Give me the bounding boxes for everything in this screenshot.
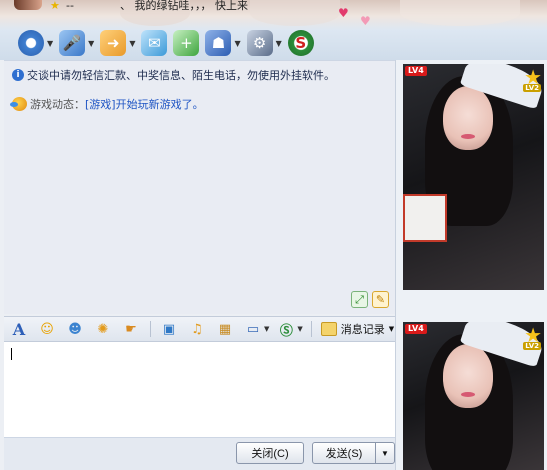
chevron-down-icon[interactable]: ▼	[47, 39, 53, 48]
voice-call-icon: 🎤	[59, 30, 86, 56]
edit-icon[interactable]: ✎	[372, 291, 389, 308]
settings-button[interactable]: ⚙ ▼	[246, 29, 282, 57]
level-badge: LV4	[405, 324, 427, 334]
game-activity-text: 开始玩新游戏了。	[115, 98, 204, 111]
message-input[interactable]	[4, 342, 395, 438]
chevron-down-icon[interactable]: ▼	[276, 39, 282, 48]
heart-icon: ♥	[338, 6, 349, 20]
photo-face	[443, 86, 493, 150]
email-icon: ✉	[141, 30, 168, 56]
police-button[interactable]: ☗ ▼	[205, 29, 241, 57]
message-log-label: 消息记录	[340, 323, 385, 336]
info-icon: i	[12, 69, 24, 81]
level-tag: LV2	[523, 84, 541, 92]
format-toolbar: A ☺ ☻ ✺ ☛ ▣ ♫ ▦ ▭ ▼ Ⓢ ▼ 消息记录 ▼	[4, 316, 395, 342]
message-log-button[interactable]: 消息记录 ▼	[320, 320, 394, 338]
send-button[interactable]: 发送(S)	[312, 442, 376, 464]
my-show-photo[interactable]: LV4 ★ LV2	[403, 322, 544, 470]
contact-name: --	[66, 0, 74, 12]
screen-capture-icon[interactable]: ▭	[244, 320, 262, 338]
contact-avatar[interactable]	[14, 0, 42, 10]
emoji-icon[interactable]: ☺	[38, 320, 56, 338]
music-icon[interactable]: ♫	[188, 320, 206, 338]
chevron-down-icon[interactable]: ▼	[297, 325, 302, 333]
s-logo-icon[interactable]: Ⓢ	[277, 320, 295, 339]
police-icon: ☗	[205, 30, 232, 56]
chevron-down-icon[interactable]: ▼	[129, 39, 135, 48]
voice-call-button[interactable]: 🎤 ▼	[59, 29, 94, 57]
photo-lips	[461, 392, 475, 397]
toolbar-divider	[310, 321, 312, 337]
heart-icon: ♥	[360, 14, 371, 28]
hand-icon[interactable]: ☛	[122, 320, 140, 338]
image-icon[interactable]: ▣	[160, 320, 178, 338]
level-badge: LV4	[405, 66, 427, 76]
photo-book	[403, 194, 447, 242]
main-toolbar: ▼ 🎤 ▼ ➜ ▼ ✉ + ☗ ▼ ⚙ ▼ S	[0, 28, 392, 58]
bottom-bar: 关闭(C) 发送(S) ▼	[4, 438, 395, 470]
star-icon: ★	[50, 0, 60, 12]
email-button[interactable]: ✉	[141, 29, 168, 57]
chat-window: ★ -- 、 我的绿钻哇，，， 快上来 ♥ ♥ ▼ 🎤 ▼ ➜ ▼ ✉ + ☗ …	[0, 0, 547, 470]
chevron-down-icon[interactable]: ▼	[234, 39, 240, 48]
chevron-down-icon[interactable]: ▼	[88, 39, 94, 48]
send-file-button[interactable]: ➜ ▼	[100, 29, 135, 57]
chevron-down-icon[interactable]: ▼	[264, 325, 269, 333]
security-notice-text: 交谈中请勿轻信汇款、中奖信息、陌生电话，勿使用外挂软件。	[27, 69, 335, 82]
game-icon	[10, 97, 27, 111]
magic-emoji-icon[interactable]: ☻	[66, 320, 84, 338]
text-cursor	[11, 348, 12, 360]
chevron-down-icon[interactable]: ▼	[389, 325, 394, 333]
gift-icon[interactable]: ▦	[216, 320, 234, 338]
video-call-button[interactable]: ▼	[18, 29, 53, 57]
s-logo-button[interactable]: S	[287, 29, 314, 57]
contact-signature: 、 我的绿钻哇，，， 快上来	[120, 0, 248, 12]
close-button[interactable]: 关闭(C)	[236, 442, 304, 464]
video-call-icon	[18, 30, 44, 56]
settings-icon: ⚙	[246, 30, 273, 56]
security-notice: i 交谈中请勿轻信汇款、中奖信息、陌生电话，勿使用外挂软件。	[12, 67, 335, 83]
send-options-button[interactable]: ▼	[375, 442, 395, 464]
shake-icon[interactable]: ✺	[94, 320, 112, 338]
font-icon[interactable]: A	[10, 320, 28, 339]
message-log-icon	[320, 322, 337, 336]
chevron-down-icon: ▼	[381, 448, 389, 458]
banner-decoration	[250, 0, 340, 26]
level-tag: LV2	[523, 342, 541, 350]
chat-tools: ⤢ ✎	[351, 291, 389, 308]
send-file-icon: ➜	[100, 30, 127, 56]
header-banner: ★ -- 、 我的绿钻哇，，， 快上来 ♥ ♥ ▼ 🎤 ▼ ➜ ▼ ✉ + ☗ …	[0, 0, 547, 60]
app-add-button[interactable]: +	[173, 29, 200, 57]
photo-face	[443, 344, 493, 408]
profile-panel: LV4 ★ LV2 LV4 ★ LV2	[395, 60, 547, 470]
banner-decoration	[400, 0, 520, 26]
resize-icon[interactable]: ⤢	[351, 291, 368, 308]
s-logo-icon: S	[287, 30, 314, 56]
photo-lips	[461, 134, 475, 139]
game-activity-label: 游戏动态：	[30, 98, 85, 111]
game-activity: 游戏动态： [游戏] 开始玩新游戏了。	[10, 96, 204, 112]
app-add-icon: +	[173, 30, 200, 56]
contact-show-photo[interactable]: LV4 ★ LV2	[403, 64, 544, 290]
chat-history[interactable]: i 交谈中请勿轻信汇款、中奖信息、陌生电话，勿使用外挂软件。 游戏动态： [游戏…	[4, 60, 395, 314]
game-link[interactable]: [游戏]	[85, 96, 116, 112]
toolbar-divider	[150, 321, 151, 337]
